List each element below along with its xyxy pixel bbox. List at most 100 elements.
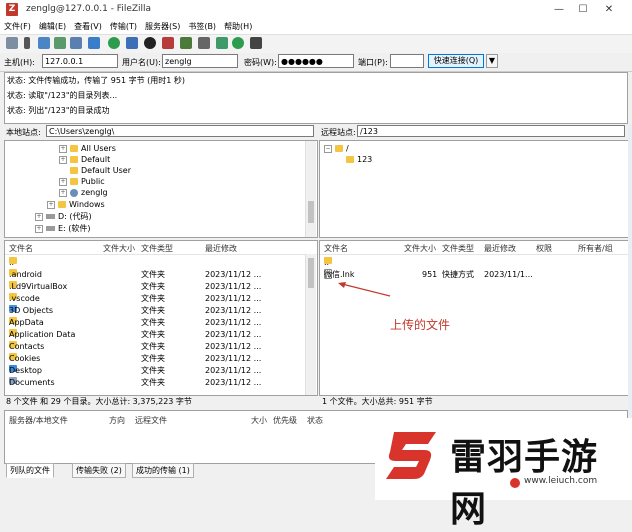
- tree-item[interactable]: + All Users: [59, 143, 116, 154]
- filezilla-icon: Z: [6, 3, 18, 16]
- tree-item[interactable]: 123: [346, 154, 372, 165]
- menu-file[interactable]: 文件(F): [0, 20, 35, 34]
- menu-help[interactable]: 帮助(H): [220, 20, 256, 34]
- drive-icon: [46, 226, 55, 231]
- tree-item[interactable]: + Public: [59, 176, 105, 187]
- maximize-button[interactable]: ☐: [572, 2, 594, 17]
- column-header[interactable]: 权限: [536, 243, 552, 254]
- table-row[interactable]: Documents 文件夹 2023/11/12 ...: [5, 377, 317, 389]
- table-row[interactable]: Application Data 文件夹 2023/11/12 ...: [5, 329, 317, 341]
- column-header[interactable]: 最近修改: [205, 243, 237, 254]
- collapse-icon[interactable]: −: [324, 144, 332, 153]
- table-row[interactable]: AppData 文件夹 2023/11/12 ...: [5, 317, 317, 329]
- column-header[interactable]: 文件类型: [141, 243, 173, 254]
- tree-item[interactable]: + E: (软件): [35, 223, 91, 234]
- column-header[interactable]: 文件类型: [442, 243, 474, 254]
- table-row[interactable]: .vscode 文件夹 2023/11/12 ...: [5, 293, 317, 305]
- disconnect-icon[interactable]: [162, 37, 174, 49]
- tree-item[interactable]: − /: [324, 143, 349, 154]
- expand-icon[interactable]: +: [59, 155, 67, 164]
- expand-icon[interactable]: +: [59, 188, 67, 197]
- sync-browse-icon[interactable]: [232, 37, 244, 49]
- port-input[interactable]: [390, 54, 424, 68]
- menu-edit[interactable]: 编辑(E): [35, 20, 70, 34]
- menu-bookmarks[interactable]: 书签(B): [184, 20, 220, 34]
- expand-icon[interactable]: +: [59, 177, 67, 186]
- process-queue-icon[interactable]: [126, 37, 138, 49]
- toggle-log-icon[interactable]: [38, 37, 50, 49]
- column-header[interactable]: 文件大小: [404, 243, 436, 254]
- remote-path-input[interactable]: /123: [357, 125, 625, 137]
- watermark-dot-icon: [510, 478, 520, 488]
- expand-icon[interactable]: +: [35, 212, 43, 221]
- refresh-icon[interactable]: [108, 37, 120, 49]
- table-row[interactable]: ..: [5, 257, 317, 269]
- column-header[interactable]: 远程文件: [135, 415, 167, 426]
- site-manager-icon[interactable]: [6, 37, 18, 49]
- expand-icon[interactable]: +: [59, 144, 67, 153]
- toggle-local-tree-icon[interactable]: [54, 37, 66, 49]
- column-header[interactable]: 最近修改: [484, 243, 516, 254]
- column-header[interactable]: 状态: [307, 415, 323, 426]
- table-row[interactable]: .Ld9VirtualBox 文件夹 2023/11/12 ...: [5, 281, 317, 293]
- compare-icon[interactable]: [216, 37, 228, 49]
- tree-item[interactable]: + D: (代码): [35, 211, 92, 222]
- search-icon[interactable]: [250, 37, 262, 49]
- filter-icon[interactable]: [198, 37, 210, 49]
- chevron-down-icon[interactable]: ▼: [486, 54, 498, 68]
- quickconnect-bar: 主机(H): 用户名(U): 密码(W): 端口(P): 快速连接(Q) ▼: [0, 53, 632, 72]
- close-button[interactable]: ✕: [598, 2, 620, 17]
- dropdown-icon[interactable]: [24, 37, 30, 49]
- tab-successful-transfers[interactable]: 成功的传输 (1): [132, 463, 194, 478]
- column-header[interactable]: 所有者/组: [578, 243, 613, 254]
- scroll-thumb[interactable]: [308, 201, 314, 223]
- remote-site-bar: 远程站点: /123: [319, 124, 627, 139]
- tab-failed-transfers[interactable]: 传输失败 (2): [72, 463, 126, 478]
- password-input[interactable]: [278, 54, 354, 68]
- table-row[interactable]: ..: [320, 257, 628, 269]
- table-row[interactable]: Cookies 文件夹 2023/11/12 ...: [5, 353, 317, 365]
- remote-file-list: 文件名 文件大小 文件类型 最近修改 权限 所有者/组 .. 微信.lnk 951…: [319, 240, 629, 396]
- remote-site-label: 远程站点:: [321, 128, 356, 137]
- table-row[interactable]: Contacts 文件夹 2023/11/12 ...: [5, 341, 317, 353]
- table-row[interactable]: Desktop 文件夹 2023/11/12 ...: [5, 365, 317, 377]
- local-list-scrollbar[interactable]: [305, 254, 316, 395]
- toggle-remote-tree-icon[interactable]: [70, 37, 82, 49]
- column-header[interactable]: 服务器/本地文件: [9, 415, 68, 426]
- tree-item[interactable]: + Windows: [47, 199, 105, 210]
- toggle-queue-icon[interactable]: [88, 37, 100, 49]
- username-input[interactable]: [162, 54, 238, 68]
- menu-bar: 文件(F) 编辑(E) 查看(V) 传输(T) 服务器(S) 书签(B) 帮助(H): [0, 20, 632, 35]
- expand-icon[interactable]: +: [47, 200, 55, 209]
- column-header[interactable]: 文件大小: [103, 243, 135, 254]
- host-label: 主机(H):: [4, 58, 35, 67]
- folder-icon: [58, 201, 66, 208]
- column-header[interactable]: 大小: [251, 415, 267, 426]
- host-input[interactable]: [42, 54, 118, 68]
- table-row[interactable]: 3D Objects 文件夹 2023/11/12 ...: [5, 305, 317, 317]
- menu-view[interactable]: 查看(V): [70, 20, 106, 34]
- minimize-button[interactable]: —: [548, 2, 570, 17]
- local-list-header: 文件名 文件大小 文件类型 最近修改: [5, 241, 317, 255]
- reconnect-icon[interactable]: [180, 37, 192, 49]
- tree-item[interactable]: + zenglg: [59, 187, 108, 198]
- cancel-icon[interactable]: [144, 37, 156, 49]
- column-header[interactable]: 文件名: [9, 243, 33, 254]
- scroll-thumb[interactable]: [308, 258, 314, 288]
- local-site-label: 本地站点:: [6, 128, 41, 137]
- menu-transfer[interactable]: 传输(T): [106, 20, 141, 34]
- tree-item[interactable]: + Default: [59, 154, 110, 165]
- menu-server[interactable]: 服务器(S): [141, 20, 184, 34]
- log-line: 状态: 文件传输成功，传输了 951 字节 (用时1 秒): [7, 76, 186, 85]
- tree-item[interactable]: +Default User: [59, 165, 131, 176]
- local-tree-scrollbar[interactable]: [305, 141, 316, 237]
- tab-queued-files[interactable]: 列队的文件: [6, 463, 54, 478]
- local-path-input[interactable]: C:\Users\zenglg\: [46, 125, 314, 137]
- table-row[interactable]: .android 文件夹 2023/11/12 ...: [5, 269, 317, 281]
- column-header[interactable]: 方向: [109, 415, 125, 426]
- quickconnect-button[interactable]: 快速连接(Q): [428, 54, 484, 68]
- column-header[interactable]: 文件名: [324, 243, 348, 254]
- expand-icon[interactable]: +: [35, 224, 43, 233]
- folder-icon: [70, 145, 78, 152]
- column-header[interactable]: 优先级: [273, 415, 297, 426]
